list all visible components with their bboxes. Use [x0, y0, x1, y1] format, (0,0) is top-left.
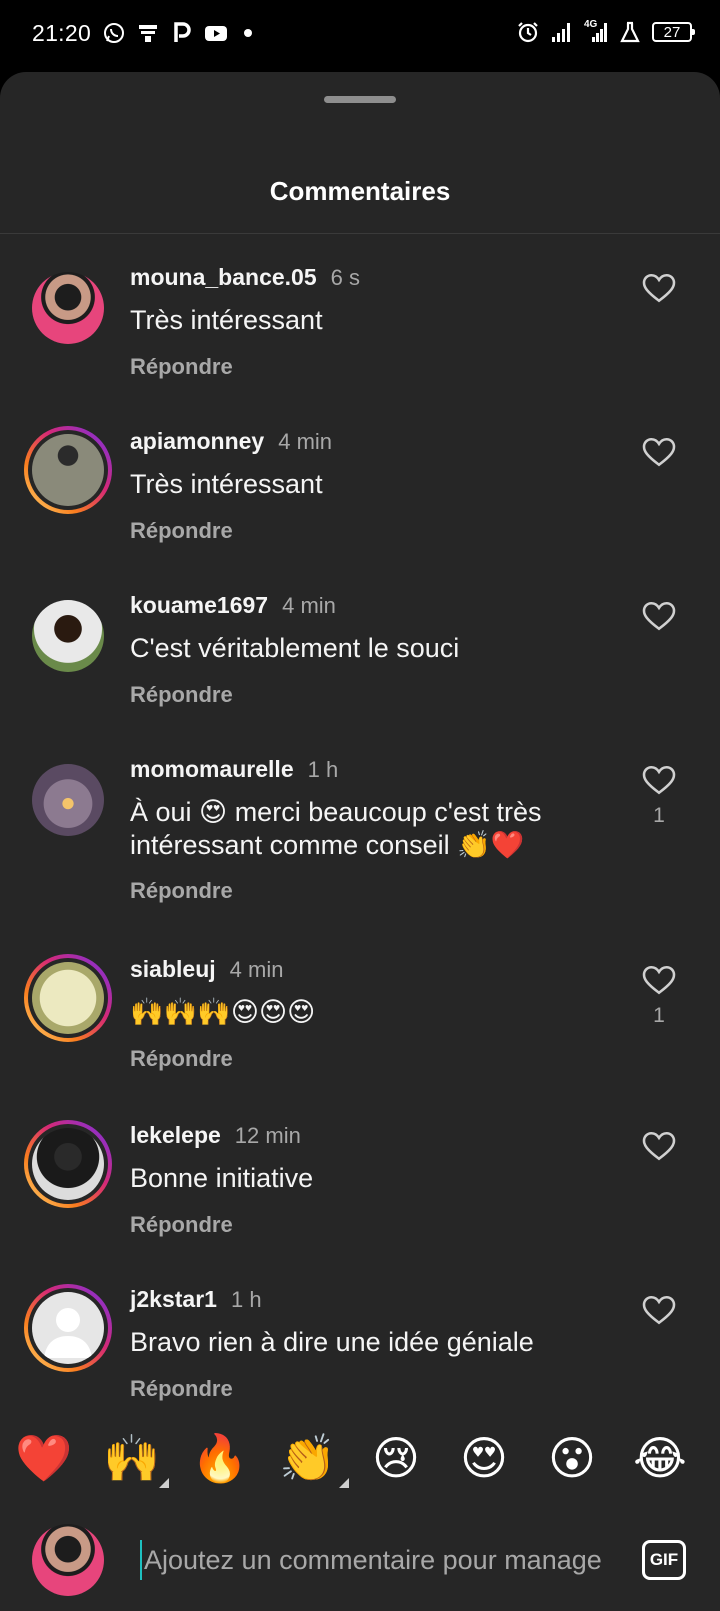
drag-handle[interactable] [324, 96, 396, 103]
comment-timestamp: 4 min [282, 593, 336, 618]
reaction-heart-eyes[interactable]: 😍 [454, 1428, 514, 1488]
reaction-fire[interactable]: 🔥 [190, 1428, 250, 1488]
comment-text: C'est véritablement le souci [130, 633, 460, 663]
comment-item: j2kstar1 1 h Bravo rien à dire une idée … [0, 1256, 720, 1420]
avatar-image [32, 272, 104, 344]
current-user-avatar [32, 1524, 104, 1596]
reply-button[interactable]: Répondre [130, 518, 233, 544]
default-avatar-icon [32, 1292, 104, 1364]
comment-text: Très intéressant [130, 305, 323, 335]
reply-button[interactable]: Répondre [130, 1212, 233, 1238]
comment-item: momomaurelle 1 h À oui 😍 merci beaucoup … [0, 726, 720, 926]
comment-header: j2kstar1 1 h [130, 1286, 262, 1313]
comment-header: kouame1697 4 min [130, 592, 336, 619]
comment-header: siableuj 4 min [130, 956, 283, 983]
status-right-icons: 4G 27 [516, 20, 695, 44]
avatar-image [32, 1128, 104, 1200]
signal-icon [550, 20, 574, 44]
comment-text: 🙌🙌🙌😍😍😍 [130, 997, 316, 1027]
comment-timestamp: 6 s [330, 265, 360, 290]
comment-username[interactable]: lekelepe [130, 1122, 221, 1149]
reply-button[interactable]: Répondre [130, 878, 233, 904]
quick-reactions-bar: ❤️ 🙌 🔥 👏 😢 😍 😮 😂 [0, 1402, 720, 1512]
status-time: 21:20 [32, 20, 92, 46]
comment-item: kouame1697 4 min C'est véritablement le … [0, 562, 720, 726]
comments-list[interactable]: mouna_bance.05 6 s Très intéressant Répo… [0, 234, 720, 1474]
notification-icon [136, 21, 160, 45]
comment-item: mouna_bance.05 6 s Très intéressant Répo… [0, 234, 720, 398]
youtube-icon [204, 21, 228, 45]
avatar-story-ring[interactable] [24, 954, 112, 1042]
comment-text: Bravo rien à dire une idée géniale [130, 1327, 534, 1357]
comment-item: lekelepe 12 min Bonne initiative Répondr… [0, 1092, 720, 1256]
comment-text: Très intéressant [130, 469, 323, 499]
like-count: 1 [653, 1004, 665, 1027]
comment-username[interactable]: siableuj [130, 956, 216, 983]
heart-icon[interactable] [641, 598, 677, 634]
signal-4g-icon: 4G [584, 20, 608, 44]
parking-icon [170, 21, 194, 45]
comment-username[interactable]: apiamonney [130, 428, 264, 455]
avatar-story-ring[interactable] [24, 426, 112, 514]
sheet-title: Commentaires [269, 176, 451, 206]
avatar-image [32, 434, 104, 506]
comment-item: apiamonney 4 min Très intéressant Répond… [0, 398, 720, 562]
avatar-image [32, 600, 104, 672]
comment-timestamp: 4 min [278, 429, 333, 454]
heart-icon[interactable] [641, 1128, 677, 1164]
reaction-tears-of-joy[interactable]: 😂 [630, 1428, 690, 1488]
comment-timestamp: 1 h [230, 1287, 262, 1312]
comment-item: siableuj 4 min 🙌🙌🙌😍😍😍 Répondre 1 [0, 926, 720, 1092]
heart-icon[interactable] [641, 270, 677, 306]
comment-timestamp: 4 min [229, 957, 284, 982]
avatar-story-ring[interactable] [24, 1284, 112, 1372]
heart-icon[interactable] [641, 762, 677, 798]
reaction-surprised-face[interactable]: 😮 [542, 1428, 602, 1488]
reply-button[interactable]: Répondre [130, 682, 233, 708]
lab-flask-icon [618, 20, 642, 44]
reaction-crying-face[interactable]: 😢 [366, 1428, 426, 1488]
like-count: 1 [653, 804, 665, 827]
status-bar: 21:20 4G 27 [0, 0, 720, 72]
comment-header: mouna_bance.05 6 s [130, 264, 360, 291]
reaction-red-heart[interactable]: ❤️ [14, 1428, 74, 1488]
comment-input-bar: GIF [0, 1512, 720, 1611]
comment-text: À oui 😍 merci beaucoup c'est très intére… [130, 797, 542, 860]
avatar-image [32, 764, 104, 836]
avatar[interactable] [24, 756, 112, 844]
comments-sheet: Commentaires mouna_bance.05 6 s Très int… [0, 72, 720, 1611]
more-notifications-dot [244, 29, 252, 37]
comment-text: Bonne initiative [130, 1163, 314, 1193]
comment-username[interactable]: j2kstar1 [130, 1286, 217, 1313]
heart-icon[interactable] [641, 1292, 677, 1328]
gif-button[interactable]: GIF [642, 1540, 686, 1580]
heart-icon[interactable] [641, 962, 677, 998]
whatsapp-icon [102, 21, 126, 45]
comment-username[interactable]: mouna_bance.05 [130, 264, 317, 291]
avatar-story-ring[interactable] [24, 1120, 112, 1208]
comment-timestamp: 1 h [307, 757, 339, 782]
comment-timestamp: 12 min [234, 1123, 301, 1148]
reply-button[interactable]: Répondre [130, 354, 233, 380]
skin-tone-indicator [339, 1478, 349, 1488]
reply-button[interactable]: Répondre [130, 1376, 233, 1402]
reaction-clapping-hands[interactable]: 👏 [278, 1428, 338, 1488]
comment-header: apiamonney 4 min [130, 428, 332, 455]
avatar-image [32, 962, 104, 1034]
heart-icon[interactable] [641, 434, 677, 470]
avatar[interactable] [24, 592, 112, 680]
avatar[interactable] [24, 264, 112, 352]
comment-username[interactable]: momomaurelle [130, 756, 294, 783]
comment-input[interactable] [140, 1540, 610, 1580]
comment-username[interactable]: kouame1697 [130, 592, 268, 619]
battery-indicator: 27 [652, 22, 695, 42]
alarm-icon [516, 20, 540, 44]
comment-header: lekelepe 12 min [130, 1122, 301, 1149]
reaction-raising-hands[interactable]: 🙌 [102, 1428, 162, 1488]
skin-tone-indicator [159, 1478, 169, 1488]
comment-header: momomaurelle 1 h [130, 756, 338, 783]
reply-button[interactable]: Répondre [130, 1046, 233, 1072]
status-left-icons [102, 21, 252, 45]
